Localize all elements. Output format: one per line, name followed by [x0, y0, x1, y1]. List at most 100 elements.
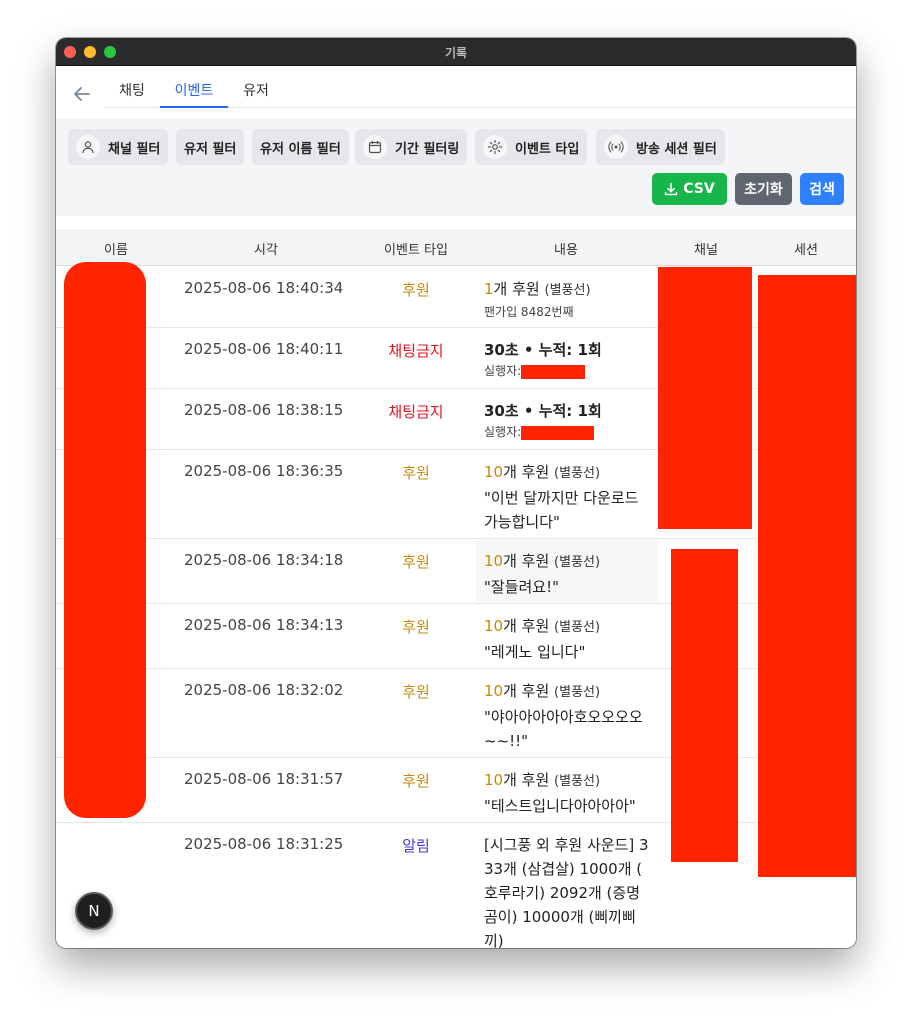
session-filter-button[interactable]: 방송 세션 필터 [596, 129, 725, 165]
tab-chat[interactable]: 채팅 [112, 80, 152, 108]
donation-count: 10 [484, 682, 504, 700]
gear-icon [483, 135, 507, 159]
row-time: 2025-08-06 18:34:13 [184, 616, 344, 634]
donation-item: (별풍선) [554, 685, 601, 700]
broadcast-icon [604, 135, 628, 159]
username-filter-button[interactable]: 유저 이름 필터 [252, 129, 349, 165]
donation-message: "레게노 입니다" [484, 643, 586, 661]
row-time: 2025-08-06 18:40:11 [184, 340, 344, 358]
donation-item: (별풍선) [554, 466, 601, 481]
dev-tools-badge[interactable]: N [75, 892, 113, 930]
donation-suffix: 개 후원 [503, 463, 550, 481]
donation-count: 10 [484, 552, 504, 570]
donation-count: 1 [484, 280, 494, 298]
row-event-type: 후원 [402, 772, 430, 790]
row-event-type: 후원 [402, 683, 430, 701]
donation-count: 10 [484, 617, 504, 635]
header-time[interactable]: 시각 [206, 239, 326, 258]
tab-events[interactable]: 이벤트 [160, 80, 228, 108]
donation-message: "이번 달까지만 다운로드 가능합니다" [484, 489, 639, 531]
redacted-channel-top [658, 267, 752, 529]
row-content: 1개 후원 (별풍선) 팬가입 8482번째 [484, 277, 652, 321]
date-filter-button[interactable]: 기간 필터링 [355, 129, 468, 165]
executor-label: 실행자: [484, 425, 522, 439]
donation-item: (별풍선) [554, 774, 601, 789]
donation-suffix: 개 후원 [503, 682, 550, 700]
row-event-type: 후원 [402, 281, 430, 299]
redacted-executor [521, 364, 586, 379]
row-event-type: 알림 [402, 837, 430, 855]
redacted-executor [521, 425, 595, 440]
table-header: 이름 시각 이벤트 타입 내용 채널 세션 [56, 229, 856, 266]
header-event-type[interactable]: 이벤트 타입 [356, 239, 476, 258]
row-time: 2025-08-06 18:31:57 [184, 770, 344, 788]
ban-detail: 30초 • 누적: 1회 [484, 341, 602, 359]
donation-item: (별풍선) [554, 620, 601, 635]
donation-count: 10 [484, 463, 504, 481]
header-content[interactable]: 내용 [516, 239, 616, 258]
donation-message: "야아아아아아호오오오오~~!!" [484, 708, 643, 750]
filter-bar: 채널 필터 유저 필터 유저 이름 필터 기간 필터링 이벤트 타입 방송 세션… [56, 118, 856, 216]
csv-label: CSV [683, 181, 715, 197]
app-window: 기록 채팅 이벤트 유저 채널 필터 유저 필터 유저 이름 필터 기간 필터링 [56, 38, 856, 948]
row-content: 10개 후원 (별풍선) "이번 달까지만 다운로드 가능합니다" [484, 460, 652, 534]
redacted-session [758, 275, 856, 877]
donation-item: (별풍선) [554, 555, 601, 570]
donation-suffix: 개 후원 [503, 617, 550, 635]
executor-label: 실행자: [484, 364, 522, 378]
window-title: 기록 [444, 46, 468, 60]
ban-detail: 30초 • 누적: 1회 [484, 402, 602, 420]
row-content: 30초 • 누적: 1회 실행자: [484, 399, 652, 441]
row-time: 2025-08-06 18:32:02 [184, 681, 344, 699]
header-name[interactable]: 이름 [56, 239, 176, 258]
username-filter-label: 유저 이름 필터 [260, 141, 341, 157]
donation-message: "테스트입니다아아아아" [484, 797, 636, 815]
donation-item: (별풍선) [544, 283, 591, 298]
row-time: 2025-08-06 18:36:35 [184, 462, 344, 480]
redacted-channel-bottom [671, 549, 738, 862]
tab-bar: 채팅 이벤트 유저 [104, 66, 856, 108]
row-content: 10개 후원 (별풍선) "야아아아아아호오오오오~~!!" [484, 679, 652, 753]
title-bar: 기록 [56, 38, 856, 66]
fan-join-text: 팬가입 8482번째 [484, 305, 574, 319]
donation-count: 10 [484, 771, 504, 789]
row-event-type: 후원 [402, 618, 430, 636]
date-filter-label: 기간 필터링 [395, 141, 460, 157]
row-event-type: 채팅금지 [388, 403, 444, 421]
row-content: 10개 후원 (별풍선) "잘들려요!" [484, 549, 652, 599]
donation-message: "잘들려요!" [484, 578, 560, 596]
channel-filter-label: 채널 필터 [108, 141, 161, 157]
header-channel[interactable]: 채널 [658, 239, 754, 258]
row-time: 2025-08-06 18:31:25 [184, 835, 344, 853]
channel-filter-button[interactable]: 채널 필터 [68, 129, 169, 165]
donation-suffix: 개 후원 [503, 771, 550, 789]
search-button[interactable]: 검색 [800, 173, 844, 205]
row-event-type: 채팅금지 [388, 342, 444, 360]
download-icon [664, 182, 678, 196]
row-content: 10개 후원 (별풍선) "테스트입니다아아아아" [484, 768, 652, 818]
user-filter-button[interactable]: 유저 필터 [176, 129, 245, 165]
row-event-type: 후원 [402, 464, 430, 482]
back-arrow-icon[interactable] [72, 84, 94, 104]
user-filter-label: 유저 필터 [184, 141, 237, 157]
header-session[interactable]: 세션 [756, 239, 856, 258]
csv-button[interactable]: CSV [652, 173, 727, 205]
user-icon [76, 135, 100, 159]
row-time: 2025-08-06 18:38:15 [184, 401, 344, 419]
calendar-icon [363, 135, 387, 159]
row-content: [시그풍 외 후원 사운드] 3 33개 (삼겹살) 1000개 ( 호루라기)… [484, 833, 650, 948]
reset-button[interactable]: 초기화 [735, 173, 792, 205]
donation-suffix: 개 후원 [503, 552, 550, 570]
event-type-filter-label: 이벤트 타입 [515, 141, 580, 157]
row-time: 2025-08-06 18:34:18 [184, 551, 344, 569]
row-content: 30초 • 누적: 1회 실행자: [484, 338, 652, 380]
donation-suffix: 개 후원 [493, 280, 540, 298]
row-event-type: 후원 [402, 553, 430, 571]
row-time: 2025-08-06 18:40:34 [184, 279, 344, 297]
event-type-filter-button[interactable]: 이벤트 타입 [475, 129, 588, 165]
redacted-names [64, 262, 146, 818]
tab-users[interactable]: 유저 [234, 80, 278, 108]
notification-message: [시그풍 외 후원 사운드] 3 33개 (삼겹살) 1000개 ( 호루라기)… [484, 836, 649, 948]
session-filter-label: 방송 세션 필터 [636, 141, 717, 157]
row-content: 10개 후원 (별풍선) "레게노 입니다" [484, 614, 652, 664]
